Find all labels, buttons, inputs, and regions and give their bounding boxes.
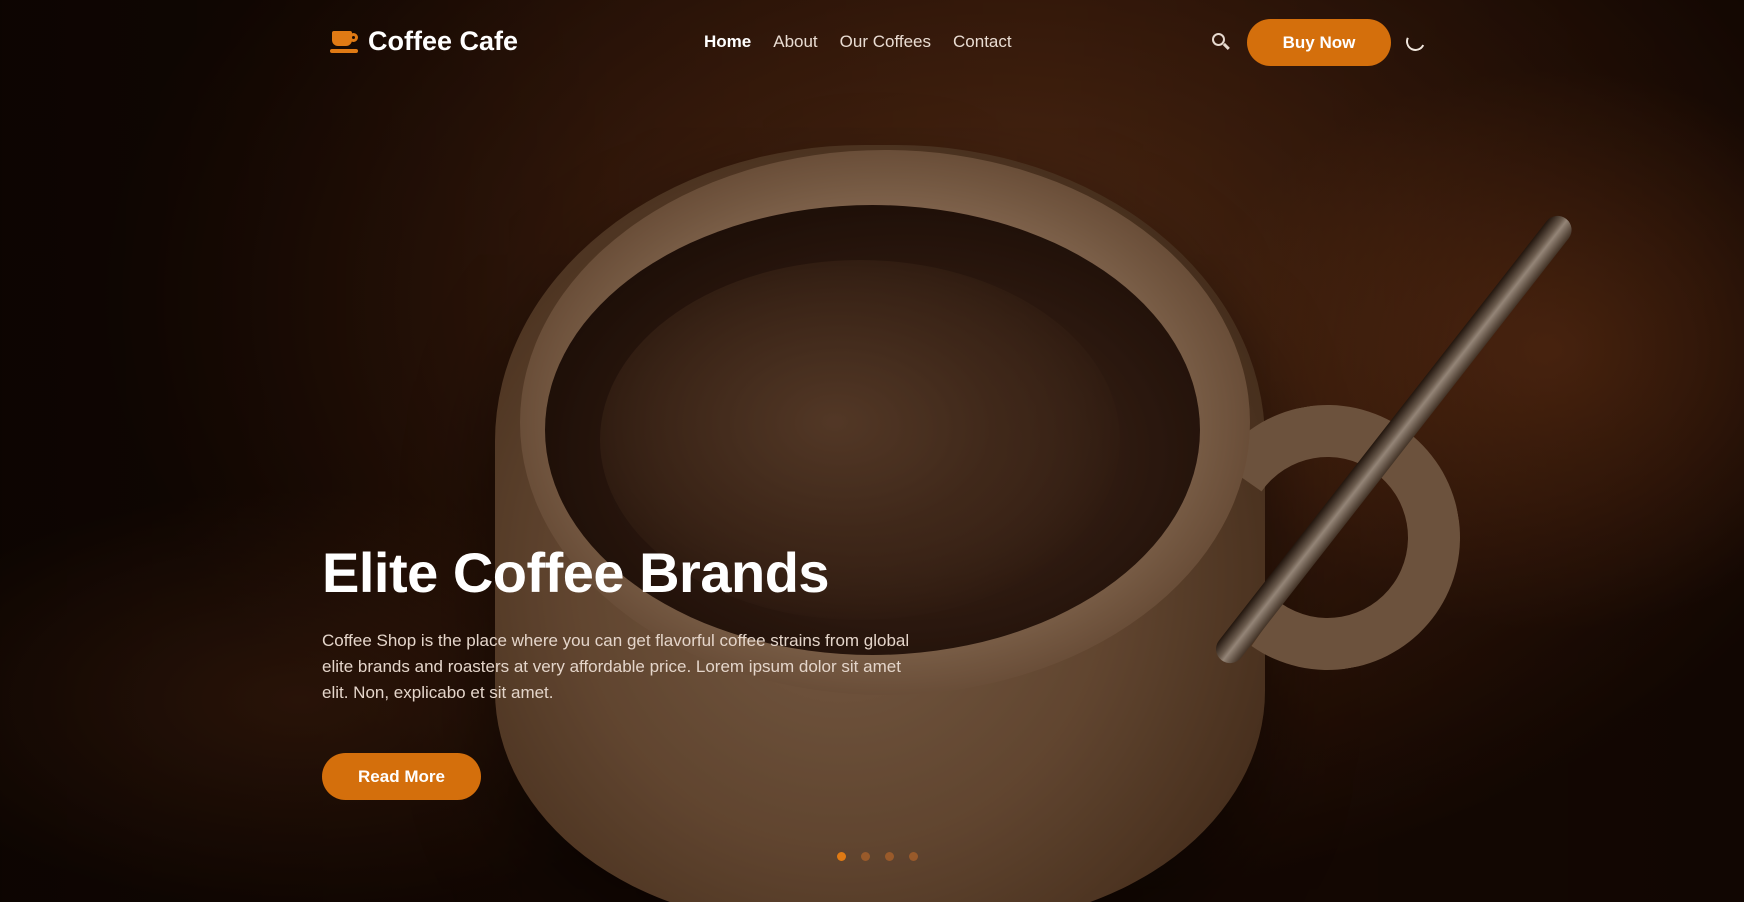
hero-description: Coffee Shop is the place where you can g… [322, 631, 910, 702]
read-more-button[interactable]: Read More [322, 753, 481, 800]
navbar: Coffee Cafe Home About Our Coffees Conta… [0, 0, 1744, 86]
carousel-dot-2[interactable] [861, 852, 870, 861]
coffee-cup-icon [330, 29, 360, 55]
buy-now-button[interactable]: Buy Now [1247, 19, 1391, 66]
carousel-dot-3[interactable] [885, 852, 894, 861]
carousel-dot-1[interactable] [837, 852, 846, 861]
hero-title: Elite Coffee Brands [322, 541, 830, 604]
background-overlay [0, 0, 1744, 902]
search-icon[interactable] [1210, 31, 1232, 53]
hero-section: Coffee Cafe Home About Our Coffees Conta… [0, 0, 1744, 902]
brand-logo[interactable]: Coffee Cafe [330, 26, 518, 57]
nav-link-about[interactable]: About [773, 32, 817, 52]
nav-link-our-coffees[interactable]: Our Coffees [840, 32, 931, 52]
nav-link-home[interactable]: Home [704, 32, 751, 52]
carousel-dot-4[interactable] [909, 852, 918, 861]
carousel-indicators [837, 852, 918, 861]
brand-name: Coffee Cafe [368, 26, 519, 56]
moon-icon[interactable] [1403, 29, 1428, 54]
nav-link-contact[interactable]: Contact [953, 32, 1012, 52]
nav-menu: Home About Our Coffees Contact [704, 32, 1012, 52]
